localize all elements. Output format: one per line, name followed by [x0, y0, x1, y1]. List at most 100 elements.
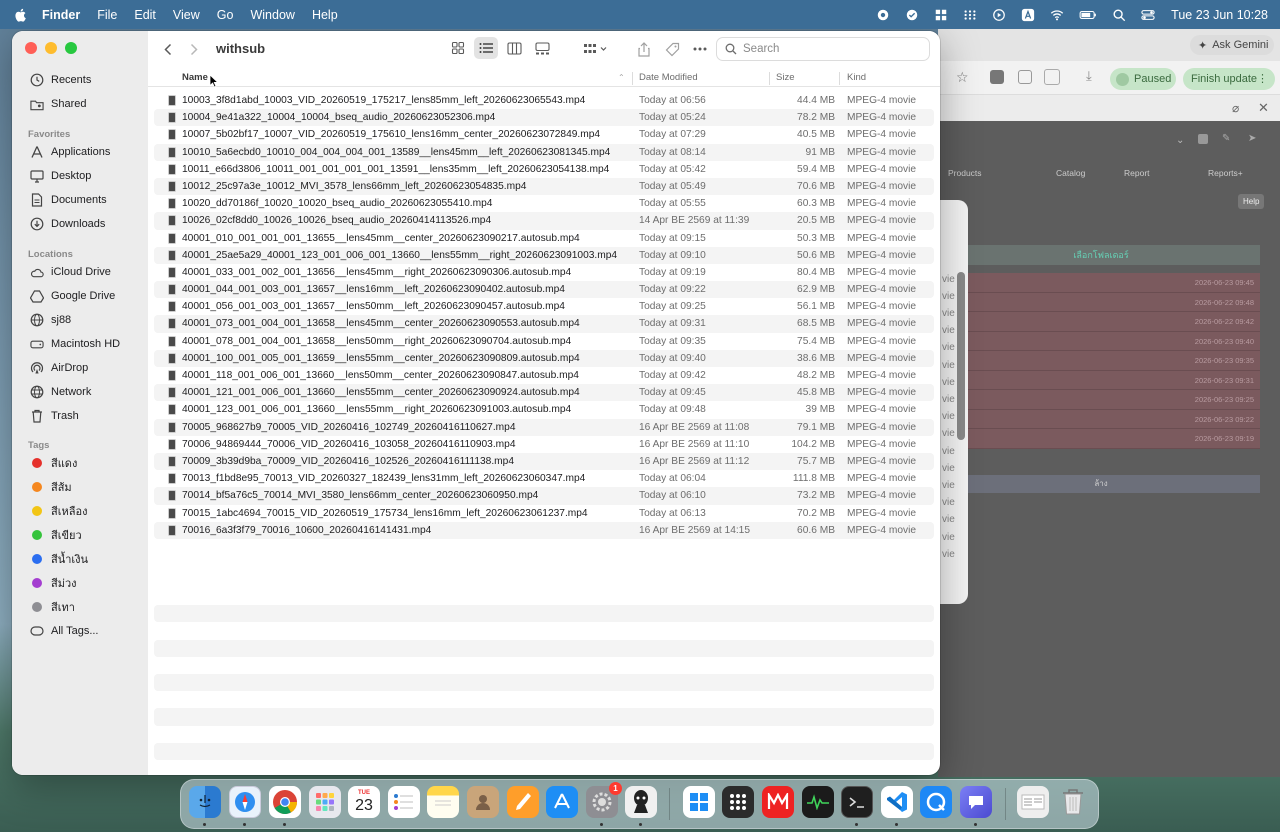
- sidebar-all-tags[interactable]: All Tags...: [30, 621, 99, 641]
- profile-paused-button[interactable]: Paused: [1110, 68, 1176, 90]
- pages-icon[interactable]: [507, 786, 539, 818]
- file-row[interactable]: 70013_f1bd8e95_70013_VID_20260327_182439…: [154, 470, 934, 487]
- sidebar-item-downloads[interactable]: Downloads: [30, 214, 105, 234]
- column-divider[interactable]: [769, 72, 770, 85]
- sidebar-tag-yellow[interactable]: สีเหลือง: [30, 501, 87, 521]
- dock-trash-icon[interactable]: [1057, 786, 1089, 818]
- sidebar-item-network[interactable]: Network: [30, 382, 91, 402]
- brush-icon[interactable]: ✎: [1222, 133, 1230, 144]
- file-row[interactable]: 40001_123_001_006_001_13660__lens55mm__r…: [154, 401, 934, 418]
- photo-app-icon[interactable]: [625, 786, 657, 818]
- web-row[interactable]: 2026-06-23 09:22: [942, 409, 1260, 429]
- sidebar-toggle-icon[interactable]: [1044, 69, 1060, 85]
- battery-icon[interactable]: [1078, 8, 1098, 22]
- file-row[interactable]: 10012_25c97a3e_10012_MVI_3578_lens66mm_l…: [154, 177, 934, 196]
- file-row[interactable]: 10007_5b02bf17_10007_VID_20260519_175610…: [154, 126, 934, 143]
- control-center-icon[interactable]: [1140, 8, 1156, 22]
- input-source-icon[interactable]: [1020, 8, 1036, 22]
- select-folder-header[interactable]: เลือกโฟลเดอร์: [942, 245, 1260, 265]
- file-row[interactable]: 40001_118_001_006_001_13660__lens50mm__c…: [154, 367, 934, 384]
- column-divider[interactable]: [839, 72, 840, 85]
- web-row[interactable]: 2026-06-23 09:31: [942, 370, 1260, 390]
- web-row[interactable]: 2026-06-23 09:40: [942, 331, 1260, 351]
- web-row[interactable]: 2026-06-23 09:25: [942, 390, 1260, 410]
- sidebar-item-desktop[interactable]: Desktop: [30, 166, 91, 186]
- preview-icon[interactable]: [1017, 786, 1049, 818]
- dots-grid-icon[interactable]: [962, 8, 978, 22]
- search-field[interactable]: [716, 37, 930, 61]
- minimize-window-button[interactable]: [45, 42, 57, 54]
- sidebar-tag-gray[interactable]: สีเทา: [30, 597, 75, 617]
- sidebar-item-recents[interactable]: Recents: [30, 70, 91, 90]
- column-view-button[interactable]: [502, 37, 526, 59]
- chrome-icon[interactable]: [269, 786, 301, 818]
- file-row[interactable]: 40001_078_001_004_001_13658__lens50mm__r…: [154, 333, 934, 350]
- clear-button[interactable]: ล้าง: [942, 475, 1260, 493]
- sidebar-tag-red[interactable]: สีแดง: [30, 453, 77, 473]
- file-row[interactable]: 40001_033_001_002_001_13656__lens45mm__r…: [154, 264, 934, 281]
- download-tray-icon[interactable]: ⤓: [1086, 68, 1092, 84]
- sidebar-tag-blue[interactable]: สีน้ำเงิน: [30, 549, 88, 569]
- ask-gemini-button[interactable]: ✦ Ask Gemini: [1190, 35, 1274, 55]
- file-row[interactable]: 40001_073_001_004_001_13658__lens45mm__c…: [154, 315, 934, 333]
- file-row[interactable]: 40001_25ae5a29_40001_123_001_006_001_136…: [154, 246, 934, 264]
- nav-reports-plus[interactable]: Reports+: [1208, 168, 1243, 178]
- sidebar-item-trash[interactable]: Trash: [30, 406, 79, 426]
- panel-scrollbar[interactable]: [957, 272, 965, 440]
- column-date-modified[interactable]: Date Modified: [639, 72, 698, 83]
- vscode-icon[interactable]: [881, 786, 913, 818]
- list-view-button[interactable]: [474, 37, 498, 59]
- web-row[interactable]: 2026-06-23 09:45: [942, 273, 1260, 293]
- media-app-icon[interactable]: [762, 786, 794, 818]
- menu-file[interactable]: File: [97, 8, 117, 22]
- nav-catalog[interactable]: Catalog: [1056, 168, 1085, 178]
- finish-update-button[interactable]: Finish update ⋮: [1183, 68, 1275, 90]
- file-row[interactable]: 40001_121_001_006_001_13660__lens55mm__c…: [154, 384, 934, 402]
- spotlight-search-icon[interactable]: [1111, 8, 1127, 22]
- finder-icon[interactable]: [189, 786, 221, 818]
- wifi-icon[interactable]: [1049, 8, 1065, 22]
- file-row[interactable]: 70005_968627b9_70005_VID_20260416_102749…: [154, 418, 934, 436]
- sidebar-tag-orange[interactable]: สีส้ม: [30, 477, 72, 497]
- file-row[interactable]: 10003_3f8d1abd_10003_VID_20260519_175217…: [154, 92, 934, 109]
- sidebar-item-icloud-drive[interactable]: iCloud Drive: [30, 262, 111, 282]
- bookmark-star-icon[interactable]: ☆: [956, 69, 969, 86]
- sidebar-item-sj88[interactable]: sj88: [30, 310, 71, 330]
- close-window-button[interactable]: [25, 42, 37, 54]
- menu-edit[interactable]: Edit: [134, 8, 156, 22]
- menu-help[interactable]: Help: [312, 8, 338, 22]
- windows-grid-icon[interactable]: [933, 8, 949, 22]
- record-icon[interactable]: [875, 8, 891, 22]
- nav-report[interactable]: Report: [1124, 168, 1150, 178]
- gallery-view-button[interactable]: [530, 37, 554, 59]
- reminders-icon[interactable]: [388, 786, 420, 818]
- file-row[interactable]: 10026_02cf8dd0_10026_10026_bseq_audio_20…: [154, 212, 934, 230]
- group-by-button[interactable]: [580, 40, 612, 58]
- send-icon[interactable]: ➤: [1248, 133, 1256, 144]
- tag-button[interactable]: [662, 40, 682, 58]
- menu-clock[interactable]: Tue 23 Jun 10:28: [1171, 8, 1268, 22]
- file-row[interactable]: 70006_94869444_70006_VID_20260416_103058…: [154, 436, 934, 453]
- activity-monitor-icon[interactable]: [802, 786, 834, 818]
- share-button[interactable]: [634, 40, 654, 58]
- puzzle-icon[interactable]: [1018, 70, 1032, 84]
- system-settings-icon[interactable]: 1: [586, 782, 622, 818]
- menu-app-name[interactable]: Finder: [42, 8, 80, 22]
- terminal-icon[interactable]: [841, 786, 873, 818]
- web-row[interactable]: 2026-06-23 09:19: [942, 429, 1260, 449]
- back-button[interactable]: [158, 40, 178, 58]
- pin-off-icon[interactable]: ⌀: [1232, 101, 1239, 115]
- safari-icon[interactable]: [229, 786, 261, 818]
- close-panel-icon[interactable]: ✕: [1258, 100, 1269, 116]
- forward-button[interactable]: [184, 40, 204, 58]
- web-row[interactable]: 2026-06-23 09:35: [942, 351, 1260, 371]
- play-circle-icon[interactable]: [991, 8, 1007, 22]
- sidebar-item-applications[interactable]: Applications: [30, 142, 110, 162]
- chevron-down-icon[interactable]: ⌄: [1176, 135, 1184, 146]
- sidebar-tag-green[interactable]: สีเขียว: [30, 525, 82, 545]
- file-row[interactable]: 70009_3b39d9ba_70009_VID_20260416_102526…: [154, 452, 934, 471]
- file-row[interactable]: 40001_056_001_003_001_13657__lens50mm__l…: [154, 298, 934, 315]
- contacts-icon[interactable]: [467, 786, 499, 818]
- menu-window[interactable]: Window: [250, 8, 294, 22]
- file-row[interactable]: 40001_044_001_003_001_13657__lens16mm__l…: [154, 281, 934, 299]
